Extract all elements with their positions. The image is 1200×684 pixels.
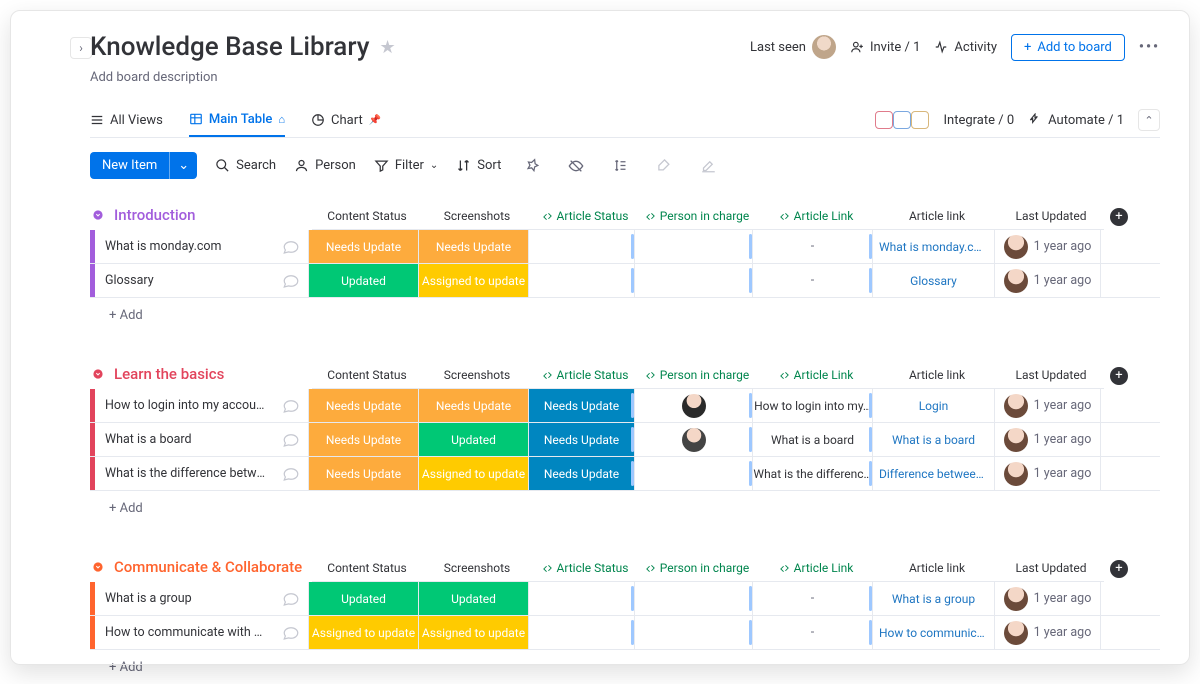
updater-avatar — [1004, 235, 1028, 259]
status-cell[interactable]: Needs Update — [529, 457, 635, 490]
status-cell[interactable]: Needs Update — [529, 423, 635, 456]
updater-avatar — [1004, 269, 1028, 293]
link-cell[interactable]: What is monday.com — [873, 230, 995, 263]
mirror-link-cell[interactable]: What is a board — [753, 423, 873, 456]
status-cell[interactable]: Needs Update — [419, 230, 529, 263]
cell-empty[interactable] — [529, 616, 635, 649]
person-cell[interactable] — [635, 230, 753, 263]
status-cell[interactable]: Needs Update — [529, 389, 635, 422]
status-cell[interactable]: Needs Update — [309, 389, 419, 422]
link-cell[interactable]: How to communicat… — [873, 616, 995, 649]
cell-empty[interactable] — [529, 230, 635, 263]
status-cell[interactable]: Updated — [419, 582, 529, 615]
person-avatar — [682, 428, 706, 452]
person-cell[interactable] — [635, 423, 753, 456]
last-updated-cell[interactable]: 1 year ago — [995, 582, 1101, 615]
link-cell[interactable]: Login — [873, 389, 995, 422]
status-cell[interactable]: Needs Update — [419, 389, 529, 422]
updater-avatar — [1004, 462, 1028, 486]
last-updated-cell[interactable]: 1 year ago — [995, 423, 1101, 456]
link-cell[interactable]: What is a group — [873, 582, 995, 615]
cell-empty[interactable] — [529, 582, 635, 615]
person-avatar — [682, 394, 706, 418]
updater-avatar — [1004, 428, 1028, 452]
last-updated-cell[interactable]: 1 year ago — [995, 230, 1101, 263]
status-cell[interactable]: Needs Update — [309, 457, 419, 490]
status-cell[interactable]: Needs Update — [309, 423, 419, 456]
updater-avatar — [1004, 394, 1028, 418]
status-cell[interactable]: Updated — [309, 264, 419, 297]
mirror-link-cell[interactable]: - — [753, 582, 873, 615]
link-cell[interactable]: Glossary — [873, 264, 995, 297]
person-cell[interactable] — [635, 582, 753, 615]
status-cell[interactable]: Assigned to update — [309, 616, 419, 649]
last-updated-cell[interactable]: 1 year ago — [995, 264, 1101, 297]
mirror-link-cell[interactable]: - — [753, 616, 873, 649]
link-cell[interactable]: Difference between … — [873, 457, 995, 490]
last-updated-cell[interactable]: 1 year ago — [995, 457, 1101, 490]
updater-avatar — [1004, 587, 1028, 611]
status-cell[interactable]: Needs Update — [309, 230, 419, 263]
expand-panel-button[interactable]: › — [70, 37, 92, 59]
mirror-link-cell[interactable]: How to login into my… — [753, 389, 873, 422]
status-cell[interactable]: Updated — [309, 582, 419, 615]
mirror-link-cell[interactable]: What is the differenc… — [753, 457, 873, 490]
last-updated-cell[interactable]: 1 year ago — [995, 616, 1101, 649]
link-cell[interactable]: What is a board — [873, 423, 995, 456]
person-cell[interactable] — [635, 389, 753, 422]
status-cell[interactable]: Assigned to update — [419, 616, 529, 649]
last-updated-cell[interactable]: 1 year ago — [995, 389, 1101, 422]
updater-avatar — [1004, 621, 1028, 645]
mirror-link-cell[interactable]: - — [753, 264, 873, 297]
person-cell[interactable] — [635, 264, 753, 297]
person-cell[interactable] — [635, 457, 753, 490]
status-cell[interactable]: Updated — [419, 423, 529, 456]
cell-empty[interactable] — [529, 264, 635, 297]
mirror-link-cell[interactable]: - — [753, 230, 873, 263]
person-cell[interactable] — [635, 616, 753, 649]
status-cell[interactable]: Assigned to update — [419, 264, 529, 297]
status-cell[interactable]: Assigned to update — [419, 457, 529, 490]
